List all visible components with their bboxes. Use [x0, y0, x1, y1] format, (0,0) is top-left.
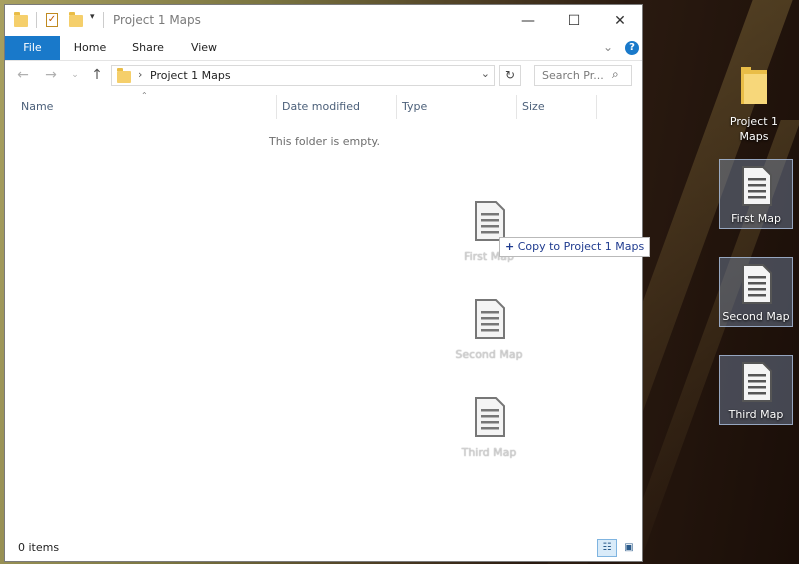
- document-icon: [475, 397, 505, 437]
- drag-ghost-label: Third Map: [461, 446, 517, 459]
- column-divider[interactable]: [276, 95, 277, 119]
- document-icon: [742, 166, 772, 206]
- toolbar-divider: [103, 12, 104, 28]
- large-icons-view-icon[interactable]: ▣: [620, 539, 638, 557]
- desktop-item-project-folder[interactable]: Project 1 Maps: [718, 66, 790, 144]
- breadcrumb-chevron-icon: ›: [138, 68, 143, 81]
- properties-icon[interactable]: ✓: [46, 13, 58, 27]
- tab-home[interactable]: Home: [67, 36, 113, 60]
- details-view-icon[interactable]: ☷: [597, 539, 617, 557]
- back-arrow-icon[interactable]: ←: [15, 67, 31, 83]
- address-bar[interactable]: › Project 1 Maps ⌄: [111, 65, 495, 86]
- column-divider[interactable]: [396, 95, 397, 119]
- drag-copy-tooltip: + Copy to Project 1 Maps: [499, 237, 651, 257]
- desktop-item-second-map[interactable]: Second Map: [719, 257, 793, 327]
- toolbar-divider: [36, 12, 37, 28]
- folder-icon: [14, 12, 28, 27]
- close-button[interactable]: ✕: [597, 5, 643, 36]
- tab-share[interactable]: Share: [125, 36, 171, 60]
- item-count: 0 items: [18, 541, 60, 554]
- desktop-item-third-map[interactable]: Third Map: [719, 355, 793, 425]
- address-row: ← → ⌄ ↑ › Project 1 Maps ⌄ ↻ Search Pr..…: [5, 61, 642, 91]
- title-bar[interactable]: ✓ ▾ Project 1 Maps — ☐ ✕: [5, 5, 642, 36]
- up-arrow-icon[interactable]: ↑: [89, 67, 105, 83]
- document-icon: [475, 299, 505, 339]
- status-bar: 0 items ☷ ▣: [5, 537, 642, 561]
- column-header-type[interactable]: Type: [402, 95, 427, 119]
- folder-icon: [117, 68, 131, 83]
- desktop-item-label: Second Map: [722, 310, 790, 323]
- ribbon-tabs: File Home Share View ⌄ ?: [5, 36, 642, 61]
- window-title: Project 1 Maps: [113, 13, 201, 27]
- column-header-date-modified[interactable]: Date modified: [282, 95, 360, 119]
- breadcrumb-current[interactable]: Project 1 Maps: [150, 69, 231, 82]
- customize-toolbar-icon[interactable]: ▾: [90, 12, 95, 22]
- empty-folder-message: This folder is empty.: [269, 135, 380, 148]
- desktop-item-first-map[interactable]: First Map: [719, 159, 793, 229]
- minimize-button[interactable]: —: [505, 5, 551, 36]
- folder-icon: [741, 67, 767, 104]
- new-folder-icon[interactable]: [69, 12, 83, 27]
- desktop-item-label: First Map: [731, 212, 781, 225]
- document-icon: [742, 362, 772, 402]
- column-divider[interactable]: [516, 95, 517, 119]
- sort-indicator-icon: ⌃: [141, 91, 148, 100]
- maximize-button[interactable]: ☐: [551, 5, 597, 36]
- explorer-window: ✓ ▾ Project 1 Maps — ☐ ✕ File Home Share…: [4, 4, 643, 562]
- help-icon[interactable]: ?: [625, 41, 639, 55]
- tab-view[interactable]: View: [181, 36, 227, 60]
- address-dropdown-icon[interactable]: ⌄: [481, 67, 490, 80]
- recent-locations-icon[interactable]: ⌄: [67, 67, 83, 83]
- search-icon[interactable]: ⌕: [612, 67, 619, 82]
- column-header-name[interactable]: Name: [21, 95, 53, 119]
- desktop-item-label: Project 1 Maps: [729, 115, 779, 143]
- refresh-button[interactable]: ↻: [499, 65, 521, 86]
- column-header-size[interactable]: Size: [522, 95, 545, 119]
- desktop-item-label: Third Map: [728, 408, 784, 421]
- plus-icon: +: [505, 240, 515, 253]
- column-divider[interactable]: [596, 95, 597, 119]
- document-icon: [475, 201, 505, 241]
- expand-ribbon-icon[interactable]: ⌄: [603, 40, 613, 54]
- drag-ghost-label: Second Map: [455, 348, 523, 361]
- document-icon: [742, 264, 772, 304]
- forward-arrow-icon[interactable]: →: [43, 67, 59, 83]
- tooltip-text: Copy to Project 1 Maps: [517, 240, 645, 253]
- tab-file[interactable]: File: [5, 36, 60, 60]
